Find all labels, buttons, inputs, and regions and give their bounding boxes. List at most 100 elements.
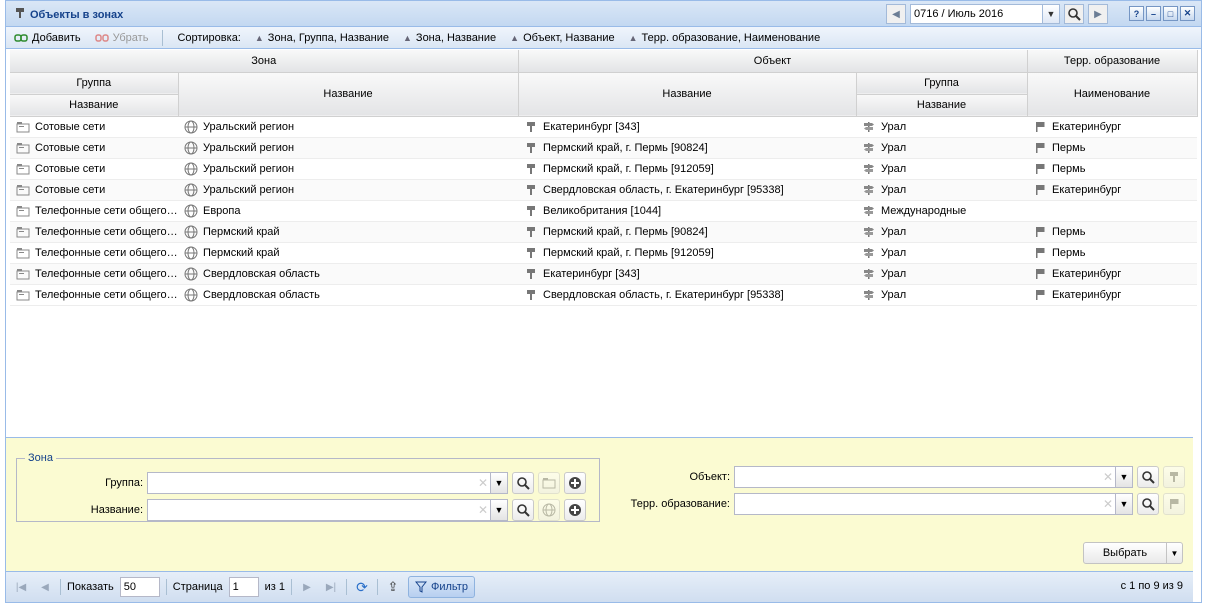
zone-name-search-button[interactable] [512,499,534,521]
choose-button[interactable]: Выбрать ▼ [1083,542,1183,564]
zone-group-folder-button[interactable] [538,472,560,494]
table-row[interactable]: Сотовые сети Уральский регион Пермский кра… [10,137,1197,159]
clear-icon[interactable]: ✕ [476,476,490,490]
prev-period-button[interactable]: ◀ [886,4,906,24]
sort-option-2[interactable]: ▲ Зона, Название [403,32,496,44]
header-terr-name[interactable]: Наименование [1027,72,1198,117]
terr-search-button[interactable] [1137,493,1159,515]
window: Объекты в зонах ◀ 0716 / Июль 2016 ▼ ▶ ?… [5,0,1202,603]
header-object-group[interactable]: Группа [856,72,1028,95]
prev-page-icon[interactable]: ◀ [36,578,54,596]
header-object-group-name[interactable]: Название [856,94,1028,117]
close-icon[interactable]: ✕ [1180,6,1195,21]
clear-icon[interactable]: ✕ [1101,497,1115,511]
grid-table: Зона Объект Терр. образование Группа Наз… [10,50,1198,306]
search-icon [1068,8,1081,21]
table-row[interactable]: Сотовые сети Уральский регион Пермский кра… [10,158,1197,180]
page-size-label: Показать [67,581,114,593]
sort-asc-icon: ▲ [403,32,412,43]
chevron-down-icon[interactable]: ▼ [1115,467,1132,487]
sort-option-4[interactable]: ▲ Терр. образование, Наименование [629,32,821,44]
cell-text: Международные [881,204,967,217]
cell-terr: Екатеринбург [1027,263,1197,285]
terr-label: Терр. образование: [630,498,730,510]
table-row[interactable]: Телефонные сети общего пользования Свердл… [10,263,1197,285]
zone-name-combo[interactable]: ✕ ▼ [147,499,508,521]
folder-icon [542,478,556,489]
page-size-input[interactable]: 50 [119,577,160,597]
object-combo[interactable]: ✕ ▼ [734,466,1133,488]
object-row: Объект: ✕ ▼ [606,466,1185,488]
sort-option-1[interactable]: ▲ Зона, Группа, Название [255,32,389,44]
table-row[interactable]: Телефонные сети общего пользования Свердл… [10,284,1197,306]
table-row[interactable]: Телефонные сети общего пользования Пермск… [10,221,1197,243]
page-input[interactable]: 1 [228,577,259,597]
globe-icon [184,120,198,134]
cell-text: Свердловская область [203,288,320,301]
zone-group-combo[interactable]: ✕ ▼ [147,472,508,494]
period-combo[interactable]: 0716 / Июль 2016 ▼ [910,4,1060,24]
chevron-down-icon[interactable]: ▼ [490,473,507,493]
add-button[interactable]: Добавить [14,32,81,44]
signpost-icon [862,141,876,155]
object-search-button[interactable] [1137,466,1159,488]
window-buttons: ? – □ ✕ [1129,6,1195,21]
cell-terr: Пермь [1027,137,1197,159]
globe-icon [184,267,198,281]
sort-option-label: Терр. образование, Наименование [641,31,821,44]
pager: |◀ ◀ Показать 50 Страница 1 из 1 ▶ ▶| ⟳ … [6,571,1193,602]
table-row[interactable]: Сотовые сети Уральский регион Свердловская… [10,179,1197,201]
unlink-icon [94,33,109,42]
cell-object-group: Урал [856,284,1027,306]
chevron-down-icon[interactable]: ▼ [1042,5,1059,23]
chevron-down-icon[interactable]: ▼ [1166,543,1182,563]
filter-button[interactable]: Фильтр [408,576,475,598]
next-page-icon[interactable]: ▶ [298,578,316,596]
sort-asc-icon: ▲ [510,32,520,43]
header-zone-group-name[interactable]: Название [10,94,179,117]
cell-text: Пермский край, г. Пермь [912059] [543,246,714,259]
cell-zone-name: Свердловская область [178,284,518,306]
zone-group-add-button[interactable] [564,472,586,494]
cell-text: Урал [881,120,907,133]
terr-combo[interactable]: ✕ ▼ [734,493,1133,515]
maximize-icon[interactable]: □ [1163,6,1178,21]
first-page-icon[interactable]: |◀ [12,578,30,596]
sort-option-3[interactable]: ▲ Объект, Название [510,32,614,44]
table-row[interactable]: Сотовые сети Уральский регион Екатеринбург… [10,116,1197,138]
filter-panel: Зона Группа: ✕ ▼ Название: ✕ ▼ Объект: ✕… [6,437,1193,571]
cell-text: Урал [881,267,907,280]
zone-group-search-button[interactable] [512,472,534,494]
cell-object-group: Урал [856,158,1027,180]
last-page-icon[interactable]: ▶| [322,578,340,596]
folder-icon [16,225,30,239]
export-icon[interactable]: ⇪ [384,578,402,596]
header-zone-group[interactable]: Группа [10,72,179,95]
cell-text: Сотовые сети [35,120,106,133]
cell-zone-name: Свердловская область [178,263,518,285]
minimize-icon[interactable]: – [1146,6,1161,21]
search-period-button[interactable] [1064,4,1084,24]
refresh-icon[interactable]: ⟳ [353,578,371,596]
clear-icon[interactable]: ✕ [476,503,490,517]
clear-icon[interactable]: ✕ [1101,470,1115,484]
header-zone-name[interactable]: Название [178,72,519,117]
next-period-button[interactable]: ▶ [1088,4,1108,24]
object-pin-button[interactable] [1163,466,1185,488]
header-object-name[interactable]: Название [518,72,857,117]
chevron-down-icon[interactable]: ▼ [490,500,507,520]
table-row[interactable]: Телефонные сети общего пользования Европа… [10,200,1197,222]
cell-text: Пермь [1052,141,1086,154]
cell-text: Пермский край [203,225,280,238]
page-total-label: из 1 [264,581,285,593]
table-row[interactable]: Телефонные сети общего пользования Пермск… [10,242,1197,264]
zone-name-globe-button[interactable] [538,499,560,521]
pin-icon [524,267,538,281]
zone-name-add-button[interactable] [564,499,586,521]
chevron-down-icon[interactable]: ▼ [1115,494,1132,514]
remove-button[interactable]: Убрать [94,32,148,44]
help-icon[interactable]: ? [1129,6,1144,21]
pin-icon [524,204,538,218]
terr-flag-button[interactable] [1163,493,1185,515]
zone-legend: Зона [28,452,53,464]
